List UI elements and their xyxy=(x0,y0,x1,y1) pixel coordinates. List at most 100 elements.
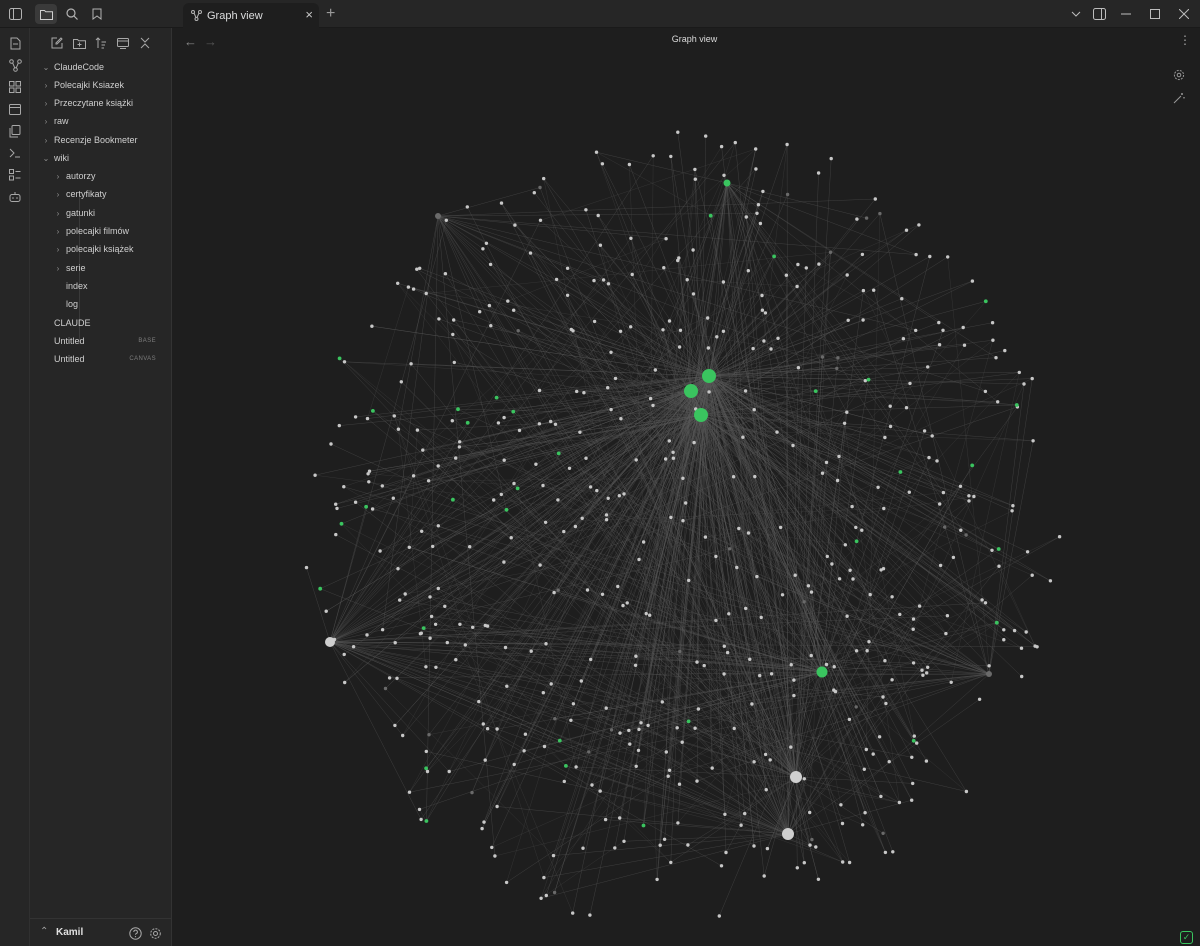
graph-node[interactable] xyxy=(876,485,880,489)
graph-node[interactable] xyxy=(494,395,499,400)
graph-node[interactable] xyxy=(970,279,975,283)
graph-node[interactable] xyxy=(1019,646,1024,650)
graph-node[interactable] xyxy=(606,282,611,286)
graph-node[interactable] xyxy=(621,603,625,608)
graph-node[interactable] xyxy=(802,861,806,865)
graph-node[interactable] xyxy=(972,494,976,499)
graph-node[interactable] xyxy=(866,377,871,382)
graph-node[interactable] xyxy=(739,823,743,827)
graph-node[interactable] xyxy=(629,325,633,329)
graph-node[interactable] xyxy=(415,267,419,271)
graph-node[interactable] xyxy=(708,213,713,218)
graph-node[interactable] xyxy=(693,167,697,172)
graph-node[interactable] xyxy=(864,747,868,752)
graph-node[interactable] xyxy=(337,423,341,428)
graph-node[interactable] xyxy=(488,262,493,267)
graph-node[interactable] xyxy=(835,366,839,371)
graph-node[interactable] xyxy=(424,819,429,823)
graph-node[interactable] xyxy=(898,470,903,474)
graph-node[interactable] xyxy=(842,421,847,425)
graph-node[interactable] xyxy=(854,705,858,709)
graph-node[interactable] xyxy=(343,680,347,685)
graph-node[interactable] xyxy=(750,702,754,706)
graph-node[interactable] xyxy=(911,661,916,665)
graph-node[interactable] xyxy=(406,285,411,289)
graph-hub-node[interactable] xyxy=(684,384,698,398)
graph-node[interactable] xyxy=(820,471,825,475)
graph-node[interactable] xyxy=(582,391,586,395)
graph-node[interactable] xyxy=(465,205,469,209)
graph-node[interactable] xyxy=(883,435,887,440)
graph-node[interactable] xyxy=(609,350,613,354)
graph-node[interactable] xyxy=(704,134,708,138)
chevron-down-icon[interactable] xyxy=(1064,4,1088,24)
graph-node[interactable] xyxy=(848,568,852,572)
graph-node[interactable] xyxy=(458,622,462,626)
graph-node[interactable] xyxy=(637,727,641,732)
graph-node[interactable] xyxy=(926,665,930,669)
graph-node[interactable] xyxy=(754,147,758,151)
folder-gatunki[interactable]: › gatunki xyxy=(53,204,95,222)
graph-node[interactable] xyxy=(512,762,516,767)
graph-node[interactable] xyxy=(537,422,542,426)
graph-node[interactable] xyxy=(930,434,934,438)
graph-hub-node[interactable] xyxy=(694,408,708,422)
graph-node[interactable] xyxy=(421,448,425,452)
graph-node[interactable] xyxy=(496,421,501,425)
graph-node[interactable] xyxy=(367,480,371,484)
graph-node[interactable] xyxy=(553,717,557,721)
graph-node[interactable] xyxy=(671,450,675,454)
graph-hub-node[interactable] xyxy=(790,771,802,783)
graph-node[interactable] xyxy=(604,513,609,517)
graph-node[interactable] xyxy=(744,606,748,611)
graph-node[interactable] xyxy=(482,820,486,824)
graph-node[interactable] xyxy=(542,875,546,880)
graph-node[interactable] xyxy=(528,251,533,255)
graph-node[interactable] xyxy=(675,726,679,730)
graph-node[interactable] xyxy=(1012,628,1017,633)
graph-node[interactable] xyxy=(669,515,673,520)
graph-node[interactable] xyxy=(967,499,971,503)
graph-node[interactable] xyxy=(627,728,631,733)
graph-node[interactable] xyxy=(693,726,697,730)
graph-node[interactable] xyxy=(820,355,825,359)
graph-node[interactable] xyxy=(370,507,375,511)
graph-node[interactable] xyxy=(914,252,918,257)
graph-node[interactable] xyxy=(945,614,950,618)
graph-node[interactable] xyxy=(809,653,813,658)
graph-node[interactable] xyxy=(334,502,338,506)
graph-node[interactable] xyxy=(792,678,796,682)
graph-node[interactable] xyxy=(1033,644,1037,648)
graph-node[interactable] xyxy=(573,524,578,529)
graph-node[interactable] xyxy=(667,439,671,443)
graph-node[interactable] xyxy=(378,549,382,553)
graph-node[interactable] xyxy=(380,628,385,632)
graph-node[interactable] xyxy=(926,365,930,369)
graph-node[interactable] xyxy=(854,649,859,653)
graph-node[interactable] xyxy=(922,429,927,433)
graph-node[interactable] xyxy=(768,758,772,762)
graph-node[interactable] xyxy=(791,443,795,448)
graph-node[interactable] xyxy=(418,632,423,636)
graph-node[interactable] xyxy=(411,474,416,478)
graph-node[interactable] xyxy=(544,893,548,898)
graph-node[interactable] xyxy=(719,864,724,868)
graph-node[interactable] xyxy=(600,592,605,596)
graph-node[interactable] xyxy=(860,528,864,532)
graph-node[interactable] xyxy=(509,536,513,540)
graph-node[interactable] xyxy=(925,671,929,675)
graph-node[interactable] xyxy=(465,420,470,425)
graph-node[interactable] xyxy=(512,481,516,486)
graph-node[interactable] xyxy=(706,346,711,350)
graph-node[interactable] xyxy=(850,504,854,509)
graph-node[interactable] xyxy=(887,760,891,764)
graph-node[interactable] xyxy=(542,176,546,181)
graph-node[interactable] xyxy=(393,723,397,728)
graph-node[interactable] xyxy=(365,633,369,637)
graph-node[interactable] xyxy=(584,208,588,212)
calendar-icon[interactable] xyxy=(7,101,23,117)
graph-node[interactable] xyxy=(655,877,659,882)
folder-serie[interactable]: › serie xyxy=(53,259,86,277)
graph-node[interactable] xyxy=(881,567,886,571)
graph-node[interactable] xyxy=(760,293,764,298)
